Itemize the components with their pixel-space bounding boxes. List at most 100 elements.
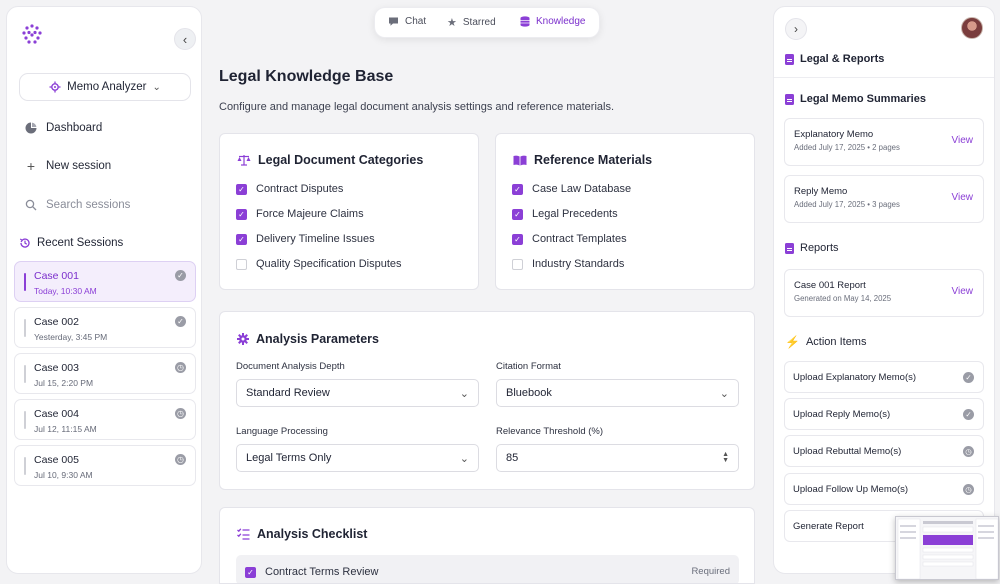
reference-precedents[interactable]: ✓ Legal Precedents [512,208,618,220]
relevance-threshold-input[interactable]: 85 ▲ ▼ [496,444,739,472]
checkbox-checked-icon[interactable]: ✓ [245,566,256,578]
list-check-icon [237,528,250,540]
memo-card-explanatory: Explanatory Memo Added July 17, 2025 • 2… [784,118,984,166]
references-title: Reference Materials [534,153,653,167]
tab-chat[interactable]: Chat [388,16,426,27]
checklist-title: Analysis Checklist [257,527,368,541]
screenshot-thumbnail[interactable] [895,516,999,580]
action-upload-explanatory[interactable]: Upload Explanatory Memo(s) ✓ [784,361,984,393]
category-contract-disputes[interactable]: ✓ Contract Disputes [236,183,343,195]
reference-label: Legal Precedents [532,208,618,220]
citation-label: Citation Format [496,361,561,372]
category-quality-spec[interactable]: Quality Specification Disputes [236,258,402,270]
view-memo-button[interactable]: View [952,135,974,146]
language-processing-select[interactable]: Legal Terms Only ⌄ [236,444,479,472]
legal-reports-heading: Legal & Reports [785,53,884,65]
action-label: Upload Explanatory Memo(s) [793,372,917,383]
checkbox-checked-icon[interactable]: ✓ [512,208,523,220]
category-label: Force Majeure Claims [256,208,364,220]
memo-title: Explanatory Memo [794,129,874,140]
number-stepper-icon[interactable]: ▲ ▼ [722,451,729,464]
reference-materials-card: Reference Materials ✓ Case Law Database … [495,133,755,290]
checkbox-checked-icon[interactable]: ✓ [236,183,247,195]
session-item[interactable]: Case 004 Jul 12, 11:15 AM ◷ [14,399,196,440]
session-marker [24,411,26,429]
action-upload-follow-up[interactable]: Upload Follow Up Memo(s) ◷ [784,473,984,505]
references-heading: Reference Materials [513,153,652,167]
analysis-parameters-card: Analysis Parameters Document Analysis De… [219,311,755,490]
checkbox-checked-icon[interactable]: ✓ [236,233,247,245]
action-label: Upload Follow Up Memo(s) [793,484,909,495]
view-report-button[interactable]: View [952,286,974,297]
reference-case-law[interactable]: ✓ Case Law Database [512,183,631,195]
check-circle-icon: ✓ [175,270,186,281]
chevron-down-icon: ⌄ [719,387,729,400]
session-marker [24,319,26,337]
checklist-item-row: ✓ Contract Terms Review [245,566,379,578]
lightning-icon: ⚡ [785,335,800,349]
action-upload-reply[interactable]: Upload Reply Memo(s) ✓ [784,398,984,430]
legal-reports-label: Legal & Reports [800,53,885,65]
action-label: Upload Reply Memo(s) [793,409,891,420]
divider [774,77,994,78]
checkbox-checked-icon[interactable]: ✓ [512,183,523,195]
analysis-checklist-card: Analysis Checklist ✓ Contract Terms Revi… [219,507,755,584]
tab-starred[interactable]: ★ Starred [447,16,496,29]
document-icon [785,53,794,65]
view-memo-button[interactable]: View [952,192,974,203]
citation-format-select[interactable]: Bluebook ⌄ [496,379,739,407]
memo-analyzer-dropdown[interactable]: Memo Analyzer ⌄ [19,73,191,101]
action-label: Upload Rebuttal Memo(s) [793,446,902,457]
avatar[interactable] [961,17,983,39]
memo-analyzer-label: Memo Analyzer [67,81,147,93]
check-circle-icon: ✓ [963,409,974,420]
reports-heading: Reports [785,242,839,254]
session-item[interactable]: Case 005 Jul 10, 9:30 AM ◷ [14,445,196,486]
session-time: Today, 10:30 AM [34,286,97,296]
nav-dashboard[interactable]: Dashboard [25,118,102,138]
categories-title: Legal Document Categories [258,153,424,167]
expand-panel-button[interactable]: › [785,18,807,40]
session-name: Case 004 [34,408,79,420]
checkbox-checked-icon[interactable]: ✓ [512,233,523,245]
memo-summaries-heading: Legal Memo Summaries [785,93,926,105]
category-label: Contract Disputes [256,183,344,195]
checklist-item-label: Contract Terms Review [265,566,379,578]
report-meta: Generated on May 14, 2025 [794,294,892,303]
session-item[interactable]: Case 002 Yesterday, 3:45 PM ✓ [14,307,196,348]
category-delivery-timeline[interactable]: ✓ Delivery Timeline Issues [236,233,375,245]
tab-starred-label: Starred [462,17,496,28]
check-circle-icon: ✓ [175,316,186,327]
session-name: Case 002 [34,316,79,328]
nav-new-session[interactable]: + New session [25,156,111,176]
action-items-label: Action Items [805,336,867,348]
memo-meta: Added July 17, 2025 • 2 pages [794,143,900,152]
action-upload-rebuttal[interactable]: Upload Rebuttal Memo(s) ◷ [784,435,984,467]
clock-icon: ◷ [175,408,186,419]
session-time: Jul 12, 11:15 AM [34,424,97,434]
memo-meta: Added July 17, 2025 • 3 pages [794,200,900,209]
parameters-title: Analysis Parameters [256,332,379,346]
reference-templates[interactable]: ✓ Contract Templates [512,233,627,245]
check-circle-icon: ✓ [963,372,974,383]
pie-chart-icon [25,122,37,134]
session-item[interactable]: Case 003 Jul 15, 2:20 PM ◷ [14,353,196,394]
analysis-depth-select[interactable]: Standard Review ⌄ [236,379,479,407]
checkbox-checked-icon[interactable]: ✓ [236,208,247,220]
checkbox-unchecked-icon[interactable] [512,258,523,270]
clock-icon: ◷ [963,484,974,495]
category-force-majeure[interactable]: ✓ Force Majeure Claims [236,208,364,220]
chevron-down-icon: ⌄ [152,81,161,93]
checklist-item[interactable]: ✓ Contract Terms Review Required [236,555,739,583]
tab-knowledge[interactable]: Knowledge [520,16,585,27]
reference-industry-standards[interactable]: Industry Standards [512,258,624,270]
collapse-sidebar-button[interactable]: ‹ [174,28,196,50]
search-placeholder: Search sessions [46,199,131,211]
search-sessions-input[interactable]: Search sessions [25,195,130,215]
report-title: Case 001 Report [794,280,866,291]
checkbox-unchecked-icon[interactable] [236,258,247,270]
chevron-down-icon: ⌄ [459,452,469,465]
app-logo-icon [21,23,43,45]
citation-value: Bluebook [506,387,552,399]
session-item[interactable]: Case 001 Today, 10:30 AM ✓ [14,261,196,302]
